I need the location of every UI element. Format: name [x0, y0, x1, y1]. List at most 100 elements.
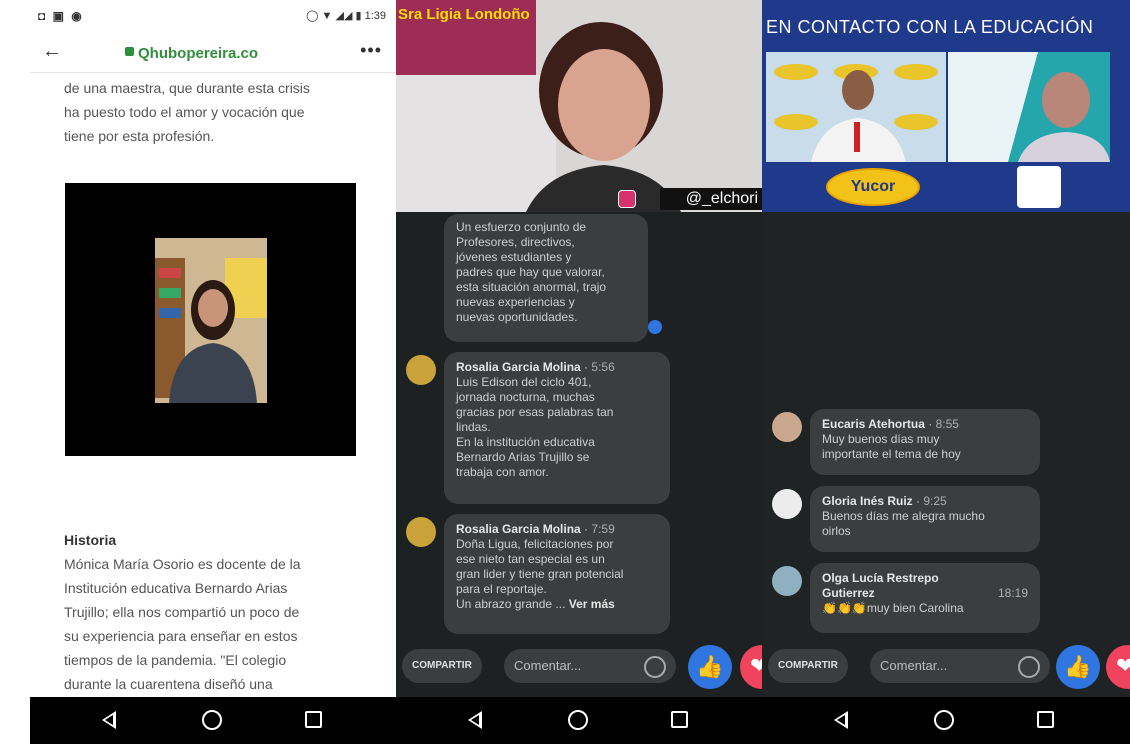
comment-time: 9:25 [923, 494, 947, 508]
comment-line: Doña Ligua, felicitaciones por [456, 537, 614, 551]
comment-placeholder: Comentar... [880, 658, 948, 673]
nav-back-icon[interactable] [834, 711, 848, 729]
browser-url-bar: ← Qhubopereira.co ••• [30, 34, 396, 73]
nav-recents-icon[interactable] [305, 711, 322, 728]
yucor-logo: Yucor [826, 168, 920, 206]
comment-line: gran lider y tiene gran potencial [456, 567, 624, 581]
instagram-icon [618, 190, 636, 208]
emoji-icon[interactable] [644, 656, 666, 678]
android-nav-bar [396, 697, 762, 744]
avatar[interactable] [772, 489, 802, 519]
broadcast-video-feed[interactable]: EN CONTACTO CON LA EDUCACIÓN Yucor [762, 0, 1130, 212]
article-history: Historia Mónica María Osorio es docente … [64, 528, 364, 696]
article-line: durante la cuarentena diseñó una [64, 676, 273, 692]
comment-line: Luis Edison del ciclo 401, [456, 375, 592, 389]
article-line: Institución educativa Bernardo Arias [64, 580, 288, 596]
comment-author[interactable]: Olga Lucía Restrepo [822, 571, 1028, 586]
comment-author[interactable]: Rosalia Garcia Molina [456, 360, 581, 374]
speaker-image [526, 22, 681, 212]
nav-home-icon[interactable] [202, 710, 222, 730]
tv-broadcast-panel: EN CONTACTO CON LA EDUCACIÓN Yucor Eucar… [762, 0, 1130, 697]
comment-line: Profesores, directivos, [456, 235, 575, 249]
avatar[interactable] [772, 412, 802, 442]
history-title: Historia [64, 532, 117, 548]
comment-line: nuevas experiencias y [456, 295, 575, 309]
status-icons-left: ◘ ▣ ◉ [38, 9, 84, 23]
comment-author[interactable]: Rosalia Garcia Molina [456, 522, 581, 536]
comment-bubble[interactable]: Un esfuerzo conjunto de Profesores, dire… [444, 214, 648, 342]
comment-time: 5:56 [591, 360, 615, 374]
article-line: ha puesto todo el amor y vocación que [64, 104, 305, 120]
comment-input[interactable]: Comentar... [504, 649, 676, 683]
article-intro: de una maestra, que durante esta crisis … [64, 76, 364, 148]
nav-recents-icon[interactable] [671, 711, 688, 728]
comment-line: trabaja con amor. [456, 465, 549, 479]
comment-bubble[interactable]: Eucaris Atehortua · 8:55 Muy buenos días… [810, 409, 1040, 475]
guest-view [948, 52, 1110, 162]
share-button[interactable]: COMPARTIR [402, 649, 482, 683]
article-line: de una maestra, que durante esta crisis [64, 80, 310, 96]
comment-author[interactable]: Eucaris Atehortua [822, 417, 925, 431]
broadcast-title: EN CONTACTO CON LA EDUCACIÓN [766, 17, 1094, 37]
comment-line: esta situación anormal, trajo [456, 280, 607, 294]
live-video-panel: Sra Ligia Londoño @_elchori Un esfuerzo … [396, 0, 762, 697]
live-video-feed[interactable]: Sra Ligia Londoño @_elchori [396, 0, 762, 212]
article-line: Mónica María Osorio es docente de la [64, 556, 301, 572]
avatar[interactable] [772, 566, 802, 596]
comment-line: nuevas oportunidades. [456, 310, 578, 324]
video-thumbnail [155, 238, 267, 403]
comment-bubble[interactable]: Olga Lucía Restrepo Gutierrez 18:19 👏👏👏mu… [810, 563, 1040, 633]
comment-line: para el reportaje. [456, 582, 547, 596]
school-crest-icon [1017, 166, 1061, 208]
comment-line: Muy buenos días muy [822, 432, 940, 446]
nav-back-icon[interactable] [468, 711, 482, 729]
nav-back-icon[interactable] [102, 711, 116, 729]
comment-placeholder: Comentar... [514, 658, 582, 673]
like-button-icon[interactable]: 👍 [1056, 645, 1100, 689]
comment-input[interactable]: Comentar... [870, 649, 1050, 683]
status-clock: ◯ ▼ ◢◢ ▮ 1:39 [306, 10, 386, 22]
action-bar: COMPARTIR Comentar... 👍 [762, 645, 1130, 689]
share-button[interactable]: COMPARTIR [768, 649, 848, 683]
comment-bubble[interactable]: Rosalia Garcia Molina · 7:59 Doña Ligua,… [444, 514, 670, 634]
comment-author-continued[interactable]: Gutierrez [822, 586, 875, 600]
android-nav-bar [762, 697, 1130, 744]
browser-menu-icon[interactable]: ••• [360, 40, 382, 61]
comment-line: jornada nocturna, muchas [456, 390, 595, 404]
url-text[interactable]: Qhubopereira.co [138, 45, 258, 62]
comment-time: 7:59 [591, 522, 615, 536]
love-button-icon[interactable] [1106, 645, 1130, 689]
comment-line: 👏👏👏muy bien Carolina [822, 601, 964, 615]
article-line: su experiencia para enseñar en estos [64, 628, 298, 644]
comment-time: 18:19 [997, 586, 1028, 600]
article-line: tiempos de la pandemia. "El colegio [64, 652, 287, 668]
comment-line: jóvenes estudiantes y [456, 250, 572, 264]
comment-time: 8:55 [935, 417, 959, 431]
nav-home-icon[interactable] [934, 710, 954, 730]
nav-home-icon[interactable] [568, 710, 588, 730]
phone-browser-panel: ◘ ▣ ◉ ◯ ▼ ◢◢ ▮ 1:39 ← Qhubopereira.co ••… [30, 0, 396, 697]
avatar[interactable] [406, 517, 436, 547]
avatar[interactable] [406, 355, 436, 385]
studio-view [766, 52, 946, 162]
see-more-link[interactable]: Ver más [569, 597, 615, 611]
like-button-icon[interactable]: 👍 [688, 645, 732, 689]
lock-icon [125, 47, 134, 56]
article-line: Trujillo; ella nos compartió un poco de [64, 604, 300, 620]
comment-bubble[interactable]: Gloria Inés Ruiz · 9:25 Buenos días me a… [810, 486, 1040, 552]
embedded-video[interactable] [65, 183, 356, 456]
back-arrow-icon[interactable]: ← [42, 40, 62, 63]
comment-line: Buenos días me alegra mucho [822, 509, 985, 523]
android-nav-bar [30, 697, 396, 744]
comment-author[interactable]: Gloria Inés Ruiz [822, 494, 913, 508]
comment-line: Un abrazo grande ... [456, 597, 566, 611]
nav-recents-icon[interactable] [1037, 711, 1054, 728]
article-line: tiene por esta profesión. [64, 128, 215, 144]
love-button-icon[interactable] [740, 645, 762, 689]
emoji-icon[interactable] [1018, 656, 1040, 678]
instagram-handle: @_elchori [659, 188, 762, 210]
comment-bubble[interactable]: Rosalia Garcia Molina · 5:56 Luis Edison… [444, 352, 670, 504]
comment-line: padres que hay que valorar, [456, 265, 605, 279]
comment-line: importante el tema de hoy [822, 447, 961, 461]
comment-line: Bernardo Arias Trujillo se [456, 450, 590, 464]
